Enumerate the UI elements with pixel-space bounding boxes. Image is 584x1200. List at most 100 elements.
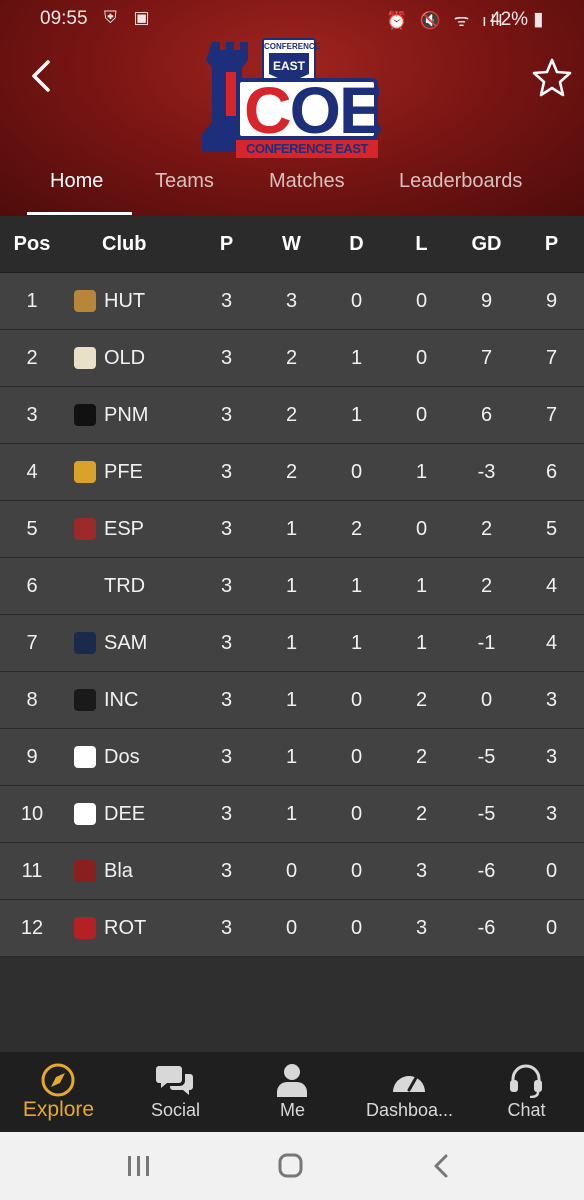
row-club: INC <box>64 689 194 712</box>
club-crest-icon <box>74 746 96 768</box>
favorite-star-icon[interactable] <box>530 56 574 100</box>
row-position: 5 <box>26 517 38 540</box>
nav-dashboard-label: Dashboa... <box>365 1100 454 1120</box>
active-tab-indicator <box>27 212 132 215</box>
row-goal-diff: 2 <box>480 574 493 597</box>
row-lost: 1 <box>415 460 428 483</box>
row-drawn: 1 <box>350 574 363 597</box>
table-row[interactable]: 6 TRD 3 1 1 1 2 4 <box>0 558 584 615</box>
header-drawn: D <box>349 232 364 255</box>
row-goal-diff: -6 <box>477 859 496 882</box>
chat-bubbles-icon <box>156 1066 193 1095</box>
row-played: 3 <box>220 859 233 882</box>
nav-social[interactable]: Social <box>117 1052 234 1132</box>
row-won: 1 <box>285 517 298 540</box>
tab-leaderboards[interactable]: Leaderboards <box>399 170 522 193</box>
nav-chat[interactable]: Chat <box>468 1052 584 1132</box>
row-played: 3 <box>220 802 233 825</box>
row-played: 3 <box>220 631 233 654</box>
row-position: 6 <box>26 574 38 597</box>
compass-icon <box>41 1063 75 1097</box>
row-won: 2 <box>285 346 298 369</box>
tab-home[interactable]: Home <box>50 170 103 193</box>
table-row[interactable]: 12 ROT 3 0 0 3 -6 0 <box>0 900 584 957</box>
headset-icon <box>510 1064 542 1098</box>
system-navigation-bar <box>0 1132 584 1200</box>
row-drawn: 2 <box>350 517 363 540</box>
row-won: 1 <box>285 631 298 654</box>
league-table: Pos Club P W D L GD P 1 HUT 3 3 0 0 9 9 2 OLD 3 2 1 0… <box>0 216 584 957</box>
club-name: OLD <box>104 346 146 369</box>
row-lost: 2 <box>415 745 428 768</box>
logo-strip: CONFERENCE EAST <box>236 140 378 158</box>
club-name: ROT <box>104 916 147 939</box>
row-won: 1 <box>285 802 298 825</box>
status-time: 09:55 <box>40 8 88 29</box>
table-row[interactable]: 5 ESP 3 1 2 0 2 5 <box>0 501 584 558</box>
bottom-nav: Explore Social Me Dashboa... Chat <box>0 1052 584 1132</box>
row-played: 3 <box>220 745 233 768</box>
row-club: SAM <box>64 632 194 655</box>
row-points: 5 <box>545 517 558 540</box>
club-name: SAM <box>104 631 148 654</box>
app-header: 09:55 ⛨ ▣ ⏰ 🔇 ᯤ ıll 42% ▮ CONFERENCE EAS… <box>0 0 584 216</box>
row-won: 1 <box>285 688 298 711</box>
row-played: 3 <box>220 688 233 711</box>
row-club: ESP <box>64 518 194 541</box>
tab-bar: Home Teams Matches Leaderboards <box>0 160 584 216</box>
row-club: TRD <box>64 575 194 598</box>
back-arrow-icon[interactable] <box>22 54 62 98</box>
club-crest-icon <box>74 632 96 654</box>
row-club: DEE <box>64 803 194 826</box>
row-points: 4 <box>545 574 558 597</box>
nav-dashboard[interactable]: Dashboa... <box>351 1052 468 1132</box>
club-name: Bla <box>104 859 133 882</box>
nav-me[interactable]: Me <box>234 1052 351 1132</box>
row-points: 6 <box>545 460 558 483</box>
system-back-icon[interactable] <box>424 1150 460 1182</box>
table-row[interactable]: 2 OLD 3 2 1 0 7 7 <box>0 330 584 387</box>
club-crest-icon <box>74 404 96 426</box>
row-club: OLD <box>64 347 194 370</box>
table-row[interactable]: 9 Dos 3 1 0 2 -5 3 <box>0 729 584 786</box>
row-lost: 2 <box>415 688 428 711</box>
table-row[interactable]: 7 SAM 3 1 1 1 -1 4 <box>0 615 584 672</box>
header-lost: L <box>415 232 428 255</box>
table-row[interactable]: 11 Bla 3 0 0 3 -6 0 <box>0 843 584 900</box>
club-crest-icon <box>74 575 96 597</box>
row-drawn: 1 <box>350 346 363 369</box>
club-name: PNM <box>104 403 149 426</box>
table-row[interactable]: 1 HUT 3 3 0 0 9 9 <box>0 273 584 330</box>
row-position: 1 <box>26 289 38 312</box>
tab-matches[interactable]: Matches <box>269 170 345 193</box>
club-name: TRD <box>104 574 146 597</box>
nav-explore[interactable]: Explore <box>0 1052 117 1132</box>
table-row[interactable]: 8 INC 3 1 0 2 0 3 <box>0 672 584 729</box>
row-lost: 2 <box>415 802 428 825</box>
club-crest-icon <box>74 290 96 312</box>
row-played: 3 <box>220 346 233 369</box>
row-position: 2 <box>26 346 38 369</box>
club-name: INC <box>104 688 139 711</box>
row-won: 0 <box>285 859 298 882</box>
row-drawn: 0 <box>350 460 363 483</box>
row-lost: 0 <box>415 517 428 540</box>
home-icon[interactable] <box>272 1150 308 1182</box>
table-row[interactable]: 10 DEE 3 1 0 2 -5 3 <box>0 786 584 843</box>
row-position: 8 <box>26 688 38 711</box>
tab-teams[interactable]: Teams <box>155 170 214 193</box>
club-name: PFE <box>104 460 143 483</box>
row-position: 9 <box>26 745 38 768</box>
row-points: 3 <box>545 688 558 711</box>
header-club: Club <box>102 232 147 255</box>
row-drawn: 1 <box>350 631 363 654</box>
row-club: ROT <box>64 917 194 940</box>
recent-apps-icon[interactable] <box>120 1150 156 1182</box>
row-goal-diff: 7 <box>480 346 493 369</box>
table-row[interactable]: 3 PNM 3 2 1 0 6 7 <box>0 387 584 444</box>
table-row[interactable]: 4 PFE 3 2 0 1 -3 6 <box>0 444 584 501</box>
row-lost: 1 <box>415 574 428 597</box>
nav-explore-label: Explore <box>22 1098 95 1121</box>
row-club: HUT <box>64 290 194 313</box>
row-played: 3 <box>220 916 233 939</box>
